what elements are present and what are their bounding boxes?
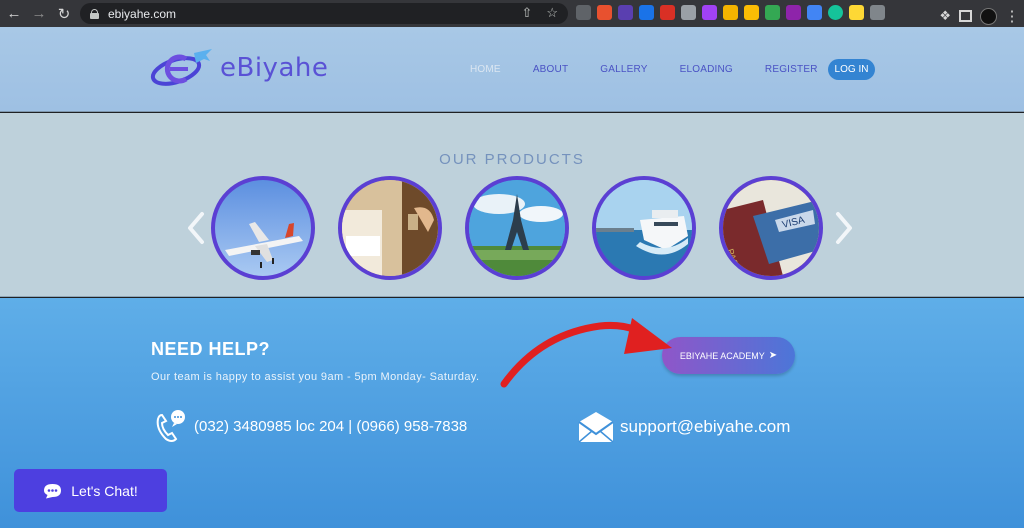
main-navigation: HOME ABOUT GALLERY ELOADING REGISTER <box>470 64 850 75</box>
phone-numbers: (032) 3480985 loc 204 | (0966) 958-7838 <box>194 417 468 435</box>
carousel-next-icon[interactable] <box>834 211 854 245</box>
carousel-prev-icon[interactable] <box>186 211 206 245</box>
extension-icon[interactable] <box>618 5 633 20</box>
reload-icon[interactable]: ↻ <box>53 3 75 25</box>
site-logo[interactable]: eBiyahe <box>150 47 328 89</box>
product-visa[interactable]: VISA PASSPORT <box>719 176 823 280</box>
forward-arrow-icon[interactable]: → <box>28 3 50 25</box>
extension-icon[interactable] <box>681 5 696 20</box>
product-hotel[interactable] <box>338 176 442 280</box>
support-email[interactable]: support@ebiyahe.com <box>620 417 790 437</box>
ebiyahe-academy-button[interactable]: EBIYAHE ACADEMY ➤ <box>662 337 795 374</box>
extension-icon[interactable] <box>786 5 801 20</box>
phone-chat-icon <box>156 410 185 442</box>
grammarly-icon[interactable] <box>828 5 843 20</box>
extension-icon[interactable] <box>639 5 654 20</box>
menu-kebab-icon[interactable]: ⋮ <box>1005 5 1020 27</box>
back-arrow-icon[interactable]: ← <box>3 3 25 25</box>
side-panel-icon[interactable] <box>959 10 972 22</box>
product-airplane[interactable] <box>211 176 315 280</box>
ebiyahe-logo-icon <box>150 49 212 86</box>
products-section: OUR PRODUCTS VISA PASSPORT <box>0 113 1024 297</box>
passport-visa-image: VISA PASSPORT <box>723 180 819 276</box>
extension-icon[interactable] <box>597 5 612 20</box>
products-title: OUR PRODUCTS <box>439 151 585 168</box>
extension-icon[interactable] <box>849 5 864 20</box>
extension-icon[interactable] <box>702 5 717 20</box>
nav-home[interactable]: HOME <box>470 64 501 75</box>
help-title: NEED HELP? <box>151 339 271 359</box>
site-header: eBiyahe HOME ABOUT GALLERY ELOADING REGI… <box>0 27 1024 112</box>
rocket-icon: ➤ <box>768 350 778 361</box>
help-subtitle: Our team is happy to assist you 9am - 5p… <box>151 371 480 383</box>
academy-label: EBIYAHE ACADEMY <box>679 350 765 361</box>
hotel-room-image <box>342 180 438 276</box>
envelope-icon <box>578 412 614 443</box>
nav-gallery[interactable]: GALLERY <box>600 64 647 75</box>
ferry-boat-image <box>596 180 692 276</box>
share-icon[interactable]: ⇧ <box>521 5 532 21</box>
url-text: ebiyahe.com <box>108 6 177 21</box>
chat-label: Let's Chat! <box>71 482 138 499</box>
profile-avatar[interactable] <box>980 7 997 25</box>
contact-phone: (032) 3480985 loc 204 | (0966) 958-7838 <box>154 409 467 443</box>
contact-email: support@ebiyahe.com <box>577 410 790 444</box>
login-button[interactable]: LOG IN <box>828 59 875 80</box>
nav-register[interactable]: REGISTER <box>765 64 818 75</box>
logo-text: eBiyahe <box>220 53 329 83</box>
lets-chat-button[interactable]: Let's Chat! <box>14 469 167 512</box>
extension-icon[interactable] <box>744 5 759 20</box>
address-bar[interactable]: ebiyahe.com ⇧ ☆ <box>80 3 568 24</box>
extension-icon[interactable] <box>660 5 675 20</box>
nav-about[interactable]: ABOUT <box>533 64 568 75</box>
eiffel-tower-image <box>469 180 565 276</box>
lock-icon <box>90 8 99 19</box>
airplane-image <box>225 222 303 268</box>
extensions-puzzle-icon[interactable]: ❖ <box>939 8 951 24</box>
extension-icon[interactable] <box>807 5 822 20</box>
extensions-bar <box>576 5 885 20</box>
web-page: eBiyahe HOME ABOUT GALLERY ELOADING REGI… <box>0 27 1024 528</box>
annotation-arrow-icon <box>500 318 672 388</box>
nav-eloading[interactable]: ELOADING <box>680 64 733 75</box>
extension-icon[interactable] <box>576 5 591 20</box>
product-ferry[interactable] <box>592 176 696 280</box>
extension-icon[interactable] <box>765 5 780 20</box>
extension-icon[interactable] <box>723 5 738 20</box>
browser-toolbar: ← → ↻ ebiyahe.com ⇧ ☆ ❖ ⋮ <box>0 0 1024 27</box>
product-tours[interactable] <box>465 176 569 280</box>
extension-icon[interactable] <box>870 5 885 20</box>
chat-bubble-icon <box>44 483 62 498</box>
bookmark-star-icon[interactable]: ☆ <box>546 5 558 21</box>
